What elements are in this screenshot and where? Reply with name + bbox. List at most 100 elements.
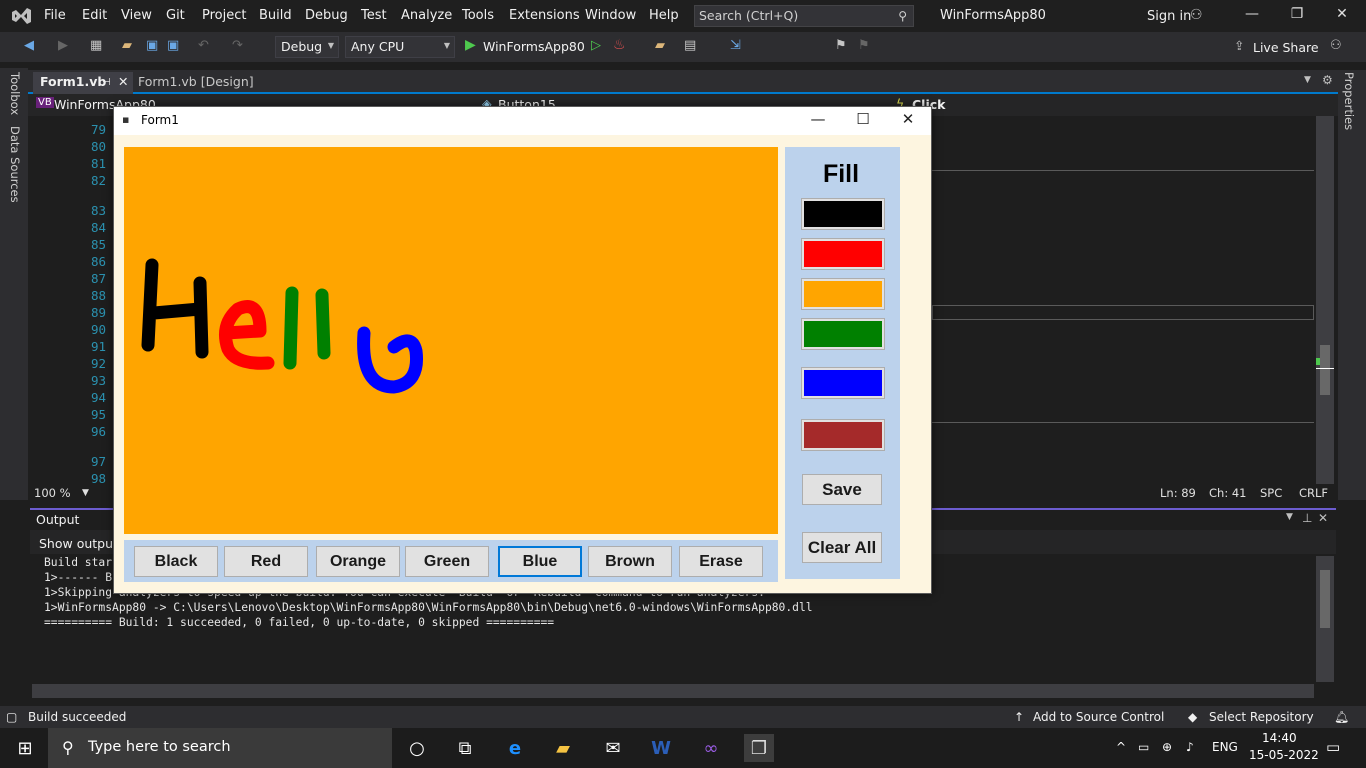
visual-studio-taskbar-icon[interactable]: ∞: [696, 734, 726, 762]
minimize-icon[interactable]: —: [1242, 6, 1262, 22]
editor-vertical-scrollbar[interactable]: [1316, 116, 1334, 484]
start-button-label[interactable]: WinFormsApp80: [483, 39, 585, 54]
menu-project[interactable]: Project: [202, 8, 246, 23]
menu-view[interactable]: View: [121, 8, 152, 23]
menu-edit[interactable]: Edit: [82, 8, 107, 23]
volume-icon[interactable]: ♪: [1186, 740, 1194, 754]
fill-green-swatch[interactable]: [801, 318, 885, 350]
notifications-icon[interactable]: 🔔︎: [1334, 710, 1349, 724]
hot-reload-icon[interactable]: ♨: [613, 37, 626, 53]
menu-tools[interactable]: Tools: [462, 8, 494, 23]
erase-button[interactable]: Erase: [679, 546, 763, 577]
save-icon[interactable]: ▣: [146, 38, 158, 53]
form-maximize-icon[interactable]: ☐: [848, 110, 878, 128]
new-project-icon[interactable]: ▦: [90, 38, 102, 53]
data-sources-tab[interactable]: Data Sources: [8, 126, 22, 203]
network-icon[interactable]: ⊕: [1162, 740, 1172, 754]
forward-icon[interactable]: ▶: [58, 38, 68, 53]
toolbox-tab[interactable]: Toolbox: [8, 72, 22, 115]
fill-blue-swatch[interactable]: [801, 367, 885, 399]
select-repository[interactable]: Select Repository: [1209, 710, 1314, 724]
cursor-icon[interactable]: ⇲: [730, 38, 741, 53]
zoom-level[interactable]: 100 %: [34, 486, 71, 500]
bookmark-icon[interactable]: ⚑: [835, 38, 847, 53]
settings-icon[interactable]: ⚙: [1322, 73, 1333, 87]
start-without-debugging-icon[interactable]: ▷: [591, 38, 601, 53]
properties-tab[interactable]: Properties: [1342, 72, 1356, 130]
start-icon[interactable]: ▶: [465, 37, 476, 53]
search-input[interactable]: Search (Ctrl+Q) ⚲: [694, 5, 914, 27]
menu-build[interactable]: Build: [259, 8, 292, 23]
restore-icon[interactable]: ❐: [1287, 6, 1307, 22]
fill-orange-swatch[interactable]: [801, 278, 885, 310]
tray-chevron-icon[interactable]: ^: [1116, 740, 1126, 754]
live-share-button[interactable]: Live Share: [1253, 40, 1319, 55]
menu-test[interactable]: Test: [361, 8, 387, 23]
battery-icon[interactable]: ▭: [1138, 740, 1149, 754]
undo-icon[interactable]: ↶: [198, 38, 209, 53]
file-explorer-icon[interactable]: ▰: [548, 734, 578, 762]
menu-git[interactable]: Git: [166, 8, 185, 23]
close-icon[interactable]: ✕: [1318, 511, 1328, 525]
red-button[interactable]: Red: [224, 546, 308, 577]
sign-in-link[interactable]: Sign in: [1147, 9, 1191, 24]
line-number: 92: [90, 356, 106, 371]
back-icon[interactable]: ◀: [24, 38, 34, 53]
cortana-icon[interactable]: ○: [402, 734, 432, 762]
tab-form1-design-label[interactable]: Form1.vb [Design]: [134, 74, 258, 89]
platform-dropdown[interactable]: Any CPU ▼: [345, 36, 455, 58]
blue-button[interactable]: Blue: [498, 546, 582, 577]
menu-extensions[interactable]: Extensions: [509, 8, 580, 23]
form-minimize-icon[interactable]: —: [803, 110, 833, 128]
close-tab-icon[interactable]: ✕: [114, 74, 132, 89]
output-horizontal-scrollbar[interactable]: [32, 684, 1314, 698]
line-ending-indicator[interactable]: CRLF: [1299, 486, 1328, 500]
taskbar-search-input[interactable]: Type here to search: [48, 728, 392, 768]
menu-debug[interactable]: Debug: [305, 8, 348, 23]
word-icon[interactable]: W: [646, 734, 676, 762]
edge-icon[interactable]: e: [500, 734, 530, 762]
clock-time[interactable]: 14:40: [1262, 731, 1297, 745]
menu-analyze[interactable]: Analyze: [401, 8, 452, 23]
account-icon[interactable]: ⚇: [1190, 7, 1203, 23]
task-view-icon[interactable]: ⧉: [450, 734, 480, 762]
winforms-app-taskbar-icon[interactable]: ❐: [744, 734, 774, 762]
save-all-icon[interactable]: ▣: [167, 38, 179, 53]
redo-icon[interactable]: ↷: [232, 38, 243, 53]
menu-window[interactable]: Window: [585, 8, 636, 23]
close-icon[interactable]: ✕: [1332, 6, 1352, 22]
tab-list-icon[interactable]: ▼: [1304, 75, 1311, 85]
browse-folder-icon[interactable]: ▰: [655, 38, 665, 53]
orange-button[interactable]: Orange: [316, 546, 400, 577]
scrollbar-thumb[interactable]: [1320, 570, 1330, 628]
fill-brown-swatch[interactable]: [801, 419, 885, 451]
action-center-icon[interactable]: ▭: [1326, 738, 1340, 756]
bookmark-prev-icon[interactable]: ⚑: [858, 38, 870, 53]
open-folder-icon[interactable]: ▰: [122, 38, 132, 53]
pin-icon[interactable]: ⊣: [98, 77, 115, 88]
black-button[interactable]: Black: [134, 546, 218, 577]
clock-date[interactable]: 15-05-2022: [1249, 748, 1319, 762]
add-to-source-control[interactable]: Add to Source Control: [1033, 710, 1164, 724]
scrollbar-thumb[interactable]: [1320, 345, 1330, 395]
brown-button[interactable]: Brown: [588, 546, 672, 577]
green-button[interactable]: Green: [405, 546, 489, 577]
language-indicator[interactable]: ENG: [1212, 740, 1238, 754]
windows-start-icon[interactable]: ⊞: [10, 734, 40, 762]
panel-menu-icon[interactable]: ▼: [1286, 512, 1293, 522]
mail-icon[interactable]: ✉: [598, 734, 628, 762]
fill-red-swatch[interactable]: [801, 238, 885, 270]
feedback-icon[interactable]: ⚇: [1330, 38, 1342, 53]
whitespace-indicator[interactable]: SPC: [1260, 486, 1282, 500]
menu-help[interactable]: Help: [649, 8, 679, 23]
form-close-icon[interactable]: ✕: [893, 110, 923, 128]
chevron-down-icon[interactable]: ▼: [82, 488, 89, 498]
menu-file[interactable]: File: [44, 8, 66, 23]
configuration-dropdown[interactable]: Debug ▼: [275, 36, 339, 58]
clear-all-button[interactable]: Clear All: [802, 532, 882, 563]
live-share-icon[interactable]: ⇪: [1234, 38, 1244, 53]
fill-black-swatch[interactable]: [801, 198, 885, 230]
save-button[interactable]: Save: [802, 474, 882, 505]
pin-icon[interactable]: ⊥: [1302, 511, 1312, 525]
layout-icon[interactable]: ▤: [684, 38, 696, 53]
